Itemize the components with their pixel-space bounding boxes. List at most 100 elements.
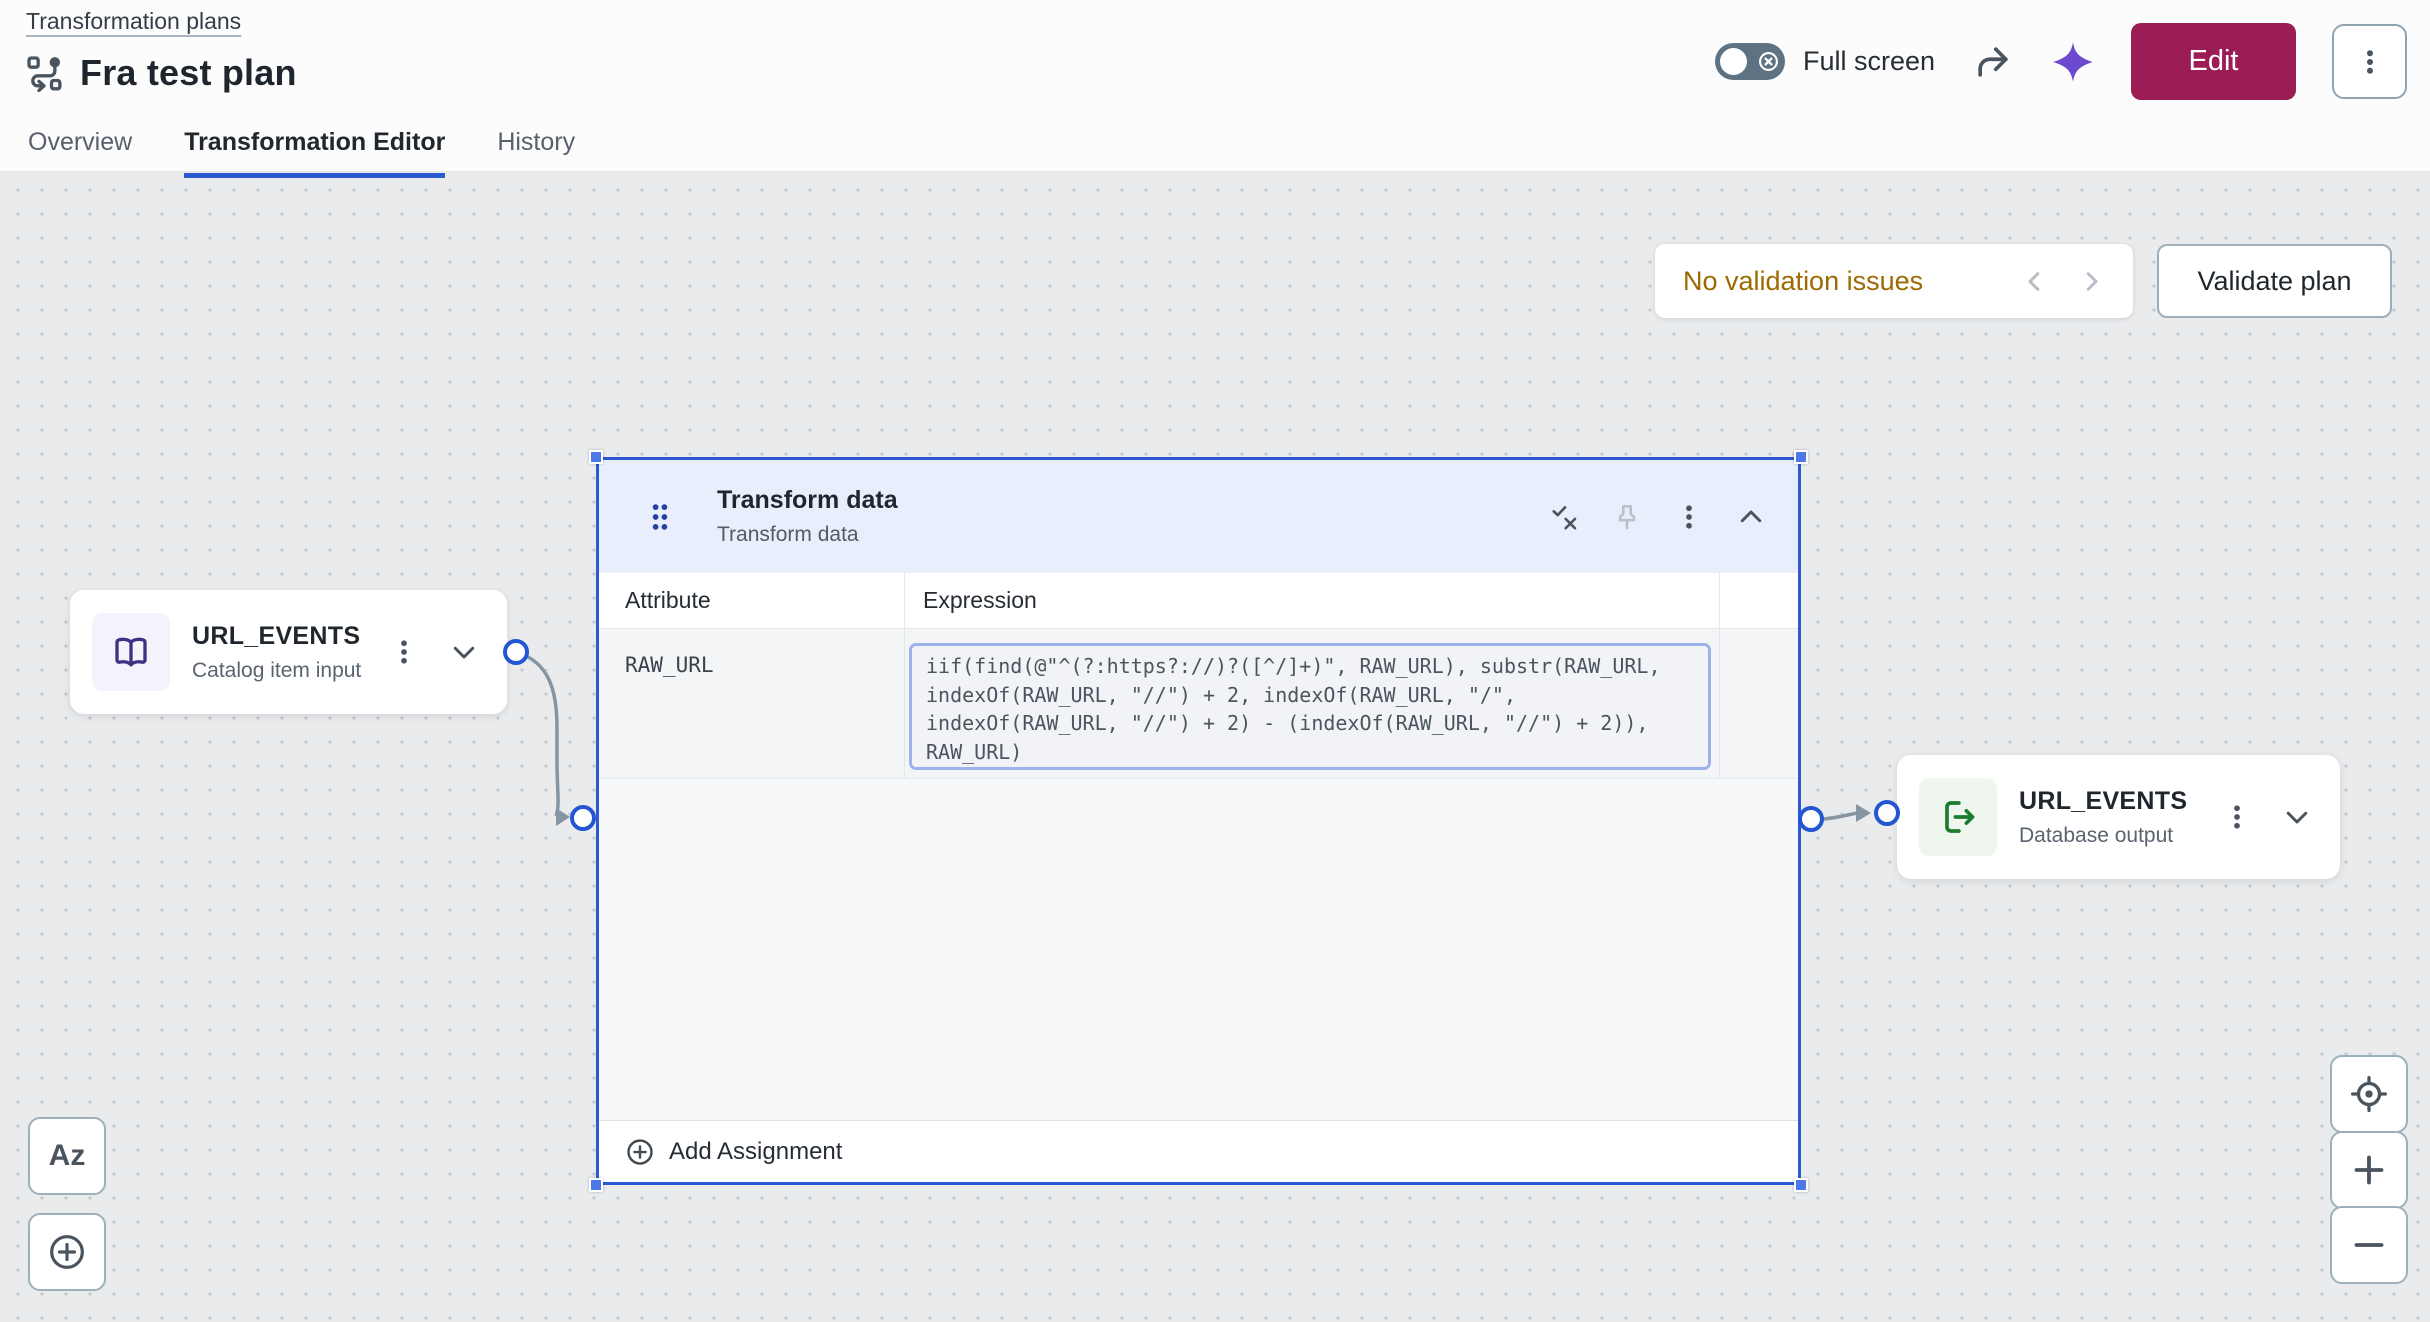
share-button[interactable] [1971, 40, 2015, 84]
collapse-node-button[interactable] [1736, 502, 1766, 532]
chevron-up-icon [1736, 502, 1766, 532]
output-node-subtitle: Database output [2019, 824, 2187, 848]
transform-node-texts: Transform data Transform data [717, 486, 898, 547]
column-header-actions [1720, 573, 1798, 628]
toggle-knob [1720, 48, 1747, 75]
drag-handle-icon [649, 501, 671, 533]
column-header-expression: Expression [905, 573, 1720, 628]
add-assignment-label: Add Assignment [669, 1138, 842, 1166]
sparkle-icon [2051, 40, 2095, 84]
validation-toggle-button[interactable] [1550, 502, 1580, 532]
expression-editor[interactable]: iif(find(@"^(?:https?://)?([^/]+)", RAW_… [909, 643, 1711, 770]
output-node-card[interactable]: URL_EVENTS Database output [1897, 755, 2340, 879]
transform-node-output-port[interactable] [1798, 806, 1824, 832]
validate-plan-button[interactable]: Validate plan [2157, 244, 2392, 318]
check-x-icon [1550, 502, 1580, 532]
output-node-texts: URL_EVENTS Database output [2019, 787, 2187, 848]
selection-handle[interactable] [1794, 450, 1808, 464]
output-node-expand-button[interactable] [2282, 802, 2312, 832]
crosshair-icon [2349, 1074, 2389, 1114]
title-row: Fra test plan [24, 52, 297, 94]
share-icon [1971, 40, 2015, 84]
add-assignment-button[interactable]: Add Assignment [599, 1120, 1798, 1182]
transformation-plan-screen: Transformation plans Fra test plan Overv… [0, 0, 2430, 1322]
connector-arrowhead [1856, 804, 1871, 822]
connector-arrowhead [556, 808, 570, 826]
input-node-actions [389, 637, 479, 667]
input-node-output-port[interactable] [503, 639, 529, 665]
kebab-icon [1674, 502, 1704, 532]
plan-icon [24, 53, 64, 93]
flow-canvas[interactable]: No validation issues Validate plan URL_ [0, 172, 2430, 1322]
ai-assist-button[interactable] [2051, 40, 2095, 84]
selection-handle[interactable] [1794, 1178, 1808, 1192]
edit-button[interactable]: Edit [2131, 23, 2296, 100]
output-node-title: URL_EVENTS [2019, 787, 2187, 816]
tab-history[interactable]: History [497, 128, 575, 178]
output-node-actions [2222, 802, 2312, 832]
validation-issue-nav [2021, 268, 2105, 295]
chevron-down-icon [2282, 802, 2312, 832]
input-node-menu-button[interactable] [389, 637, 419, 667]
zoom-in-button[interactable] [2330, 1131, 2408, 1209]
assignment-table-header: Attribute Expression [599, 573, 1798, 629]
toggle-x-icon [1758, 51, 1779, 72]
assignment-table-empty-area [599, 779, 1798, 1120]
input-node-title: URL_EVENTS [192, 622, 361, 651]
input-node-expand-button[interactable] [449, 637, 479, 667]
kebab-icon [2222, 802, 2252, 832]
tab-overview[interactable]: Overview [28, 128, 132, 178]
sort-layout-button[interactable]: Az [28, 1117, 106, 1195]
previous-issue-button[interactable] [2021, 268, 2048, 295]
transform-node-input-port[interactable] [570, 805, 596, 831]
header-actions: Full screen Edit [1715, 23, 2407, 100]
tab-transformation-editor[interactable]: Transformation Editor [184, 128, 445, 178]
tab-bar: Overview Transformation Editor History [28, 128, 575, 178]
recenter-button[interactable] [2330, 1055, 2408, 1133]
catalog-input-icon-box [92, 613, 170, 691]
row-actions-cell [1720, 629, 1798, 778]
database-output-icon-box [1919, 778, 1997, 856]
more-options-button[interactable] [2332, 24, 2407, 99]
fullscreen-label: Full screen [1803, 46, 1935, 77]
output-node-menu-button[interactable] [2222, 802, 2252, 832]
plus-circle-icon [47, 1232, 87, 1272]
chevron-right-icon [2078, 268, 2105, 295]
pin-icon [1612, 502, 1642, 532]
selection-handle[interactable] [589, 450, 603, 464]
connector-transform-to-output [1824, 813, 1858, 819]
input-node-card[interactable]: URL_EVENTS Catalog item input [70, 590, 507, 714]
zoom-out-button[interactable] [2330, 1206, 2408, 1284]
output-node-input-port[interactable] [1874, 800, 1900, 826]
input-node-texts: URL_EVENTS Catalog item input [192, 622, 361, 683]
selection-handle[interactable] [589, 1178, 603, 1192]
connector-input-to-transform [516, 652, 558, 816]
attribute-cell: RAW_URL [599, 629, 905, 778]
transform-node-header: Transform data Transform data [599, 460, 1798, 573]
kebab-icon [2355, 47, 2385, 77]
transform-node-title: Transform data [717, 486, 898, 515]
kebab-icon [389, 637, 419, 667]
fullscreen-toggle[interactable] [1715, 43, 1785, 80]
chevron-left-icon [2021, 268, 2048, 295]
chevron-down-icon [449, 637, 479, 667]
next-issue-button[interactable] [2078, 268, 2105, 295]
pin-button[interactable] [1612, 502, 1642, 532]
page-title: Fra test plan [80, 52, 297, 94]
drag-handle[interactable] [649, 501, 671, 533]
assignment-row: RAW_URL iif(find(@"^(?:https?://)?([^/]+… [599, 629, 1798, 779]
add-node-button[interactable] [28, 1213, 106, 1291]
breadcrumb[interactable]: Transformation plans [26, 8, 241, 35]
zoom-in-icon [2349, 1150, 2389, 1190]
validation-status-pill: No validation issues [1655, 244, 2133, 318]
transform-node[interactable]: Transform data Transform data [596, 457, 1801, 1185]
page-header: Transformation plans Fra test plan Overv… [0, 0, 2430, 172]
transform-node-menu-button[interactable] [1674, 502, 1704, 532]
fullscreen-toggle-group: Full screen [1715, 43, 1935, 80]
input-node-subtitle: Catalog item input [192, 659, 361, 683]
expression-cell: iif(find(@"^(?:https?://)?([^/]+)", RAW_… [905, 629, 1720, 778]
transform-node-subtitle: Transform data [717, 523, 898, 547]
column-header-attribute: Attribute [599, 573, 905, 628]
canvas-zoom-controls [2330, 1055, 2408, 1284]
transform-node-toolbar [1550, 502, 1798, 532]
